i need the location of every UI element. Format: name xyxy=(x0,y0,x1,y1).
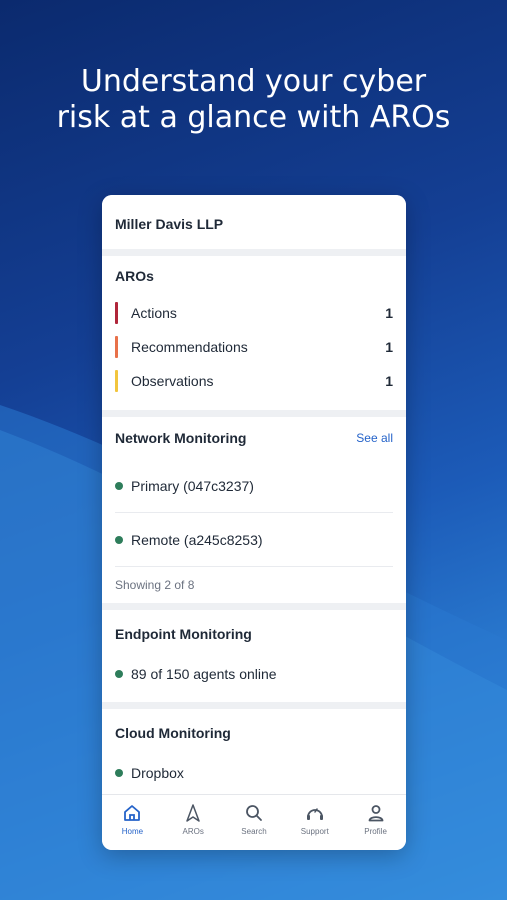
endpoint-monitoring-title: Endpoint Monitoring xyxy=(115,610,393,658)
aros-title: AROs xyxy=(115,256,393,296)
aro-row-actions[interactable]: Actions 1 xyxy=(115,296,393,330)
cloud-item-label: Dropbox xyxy=(131,765,184,781)
aro-count: 1 xyxy=(385,373,393,389)
aros-icon xyxy=(186,804,200,822)
status-dot-icon xyxy=(115,481,123,490)
search-icon xyxy=(246,805,262,821)
status-dot-icon xyxy=(115,535,123,544)
aro-row-observations[interactable]: Observations 1 xyxy=(115,364,393,398)
company-name: Miller Davis LLP xyxy=(115,216,224,232)
tab-label: AROs xyxy=(182,827,204,836)
headline-line-2: risk at a glance with AROs xyxy=(56,100,451,135)
tab-aros[interactable]: AROs xyxy=(168,803,218,836)
home-icon xyxy=(124,805,141,821)
section-divider xyxy=(102,249,406,256)
network-monitoring-title: Network Monitoring See all xyxy=(115,417,393,459)
aro-label: Actions xyxy=(131,305,177,321)
cloud-item-dropbox[interactable]: Dropbox xyxy=(115,757,393,789)
network-item-label: Remote (a245c8253) xyxy=(131,531,263,548)
endpoint-monitoring-section: Endpoint Monitoring 89 of 150 agents onl… xyxy=(102,610,406,702)
status-dot-icon xyxy=(115,769,123,777)
aro-count: 1 xyxy=(385,305,393,321)
phone-card: Miller Davis LLP AROs Actions 1 Recommen… xyxy=(102,195,406,850)
network-item-label: Primary (047c3237) xyxy=(131,477,254,494)
headline: Understand your cyber risk at a glance w… xyxy=(0,64,507,136)
tab-profile[interactable]: Profile xyxy=(351,803,401,836)
section-divider xyxy=(102,603,406,610)
showing-count: Showing 2 of 8 xyxy=(115,578,195,592)
network-monitoring-section: Network Monitoring See all Primary (047c… xyxy=(102,417,406,603)
endpoint-monitoring-title-text: Endpoint Monitoring xyxy=(115,626,252,642)
profile-icon xyxy=(368,805,383,822)
aros-title-text: AROs xyxy=(115,268,154,284)
network-monitoring-title-text: Network Monitoring xyxy=(115,430,247,446)
bottom-tab-bar: Home AROs Search Support Profile xyxy=(102,794,406,850)
aro-color-bar xyxy=(115,336,118,358)
section-divider xyxy=(102,410,406,417)
section-divider xyxy=(102,702,406,709)
see-all-link[interactable]: See all xyxy=(356,431,393,445)
tab-label: Search xyxy=(241,827,267,836)
endpoint-status-label: 89 of 150 agents online xyxy=(131,666,277,682)
cloud-monitoring-title: Cloud Monitoring xyxy=(115,709,393,757)
network-item-remote[interactable]: Remote (a245c8253) xyxy=(115,513,393,567)
endpoint-status[interactable]: 89 of 150 agents online xyxy=(115,658,393,690)
cloud-monitoring-title-text: Cloud Monitoring xyxy=(115,725,231,741)
tab-support[interactable]: Support xyxy=(290,803,340,836)
aro-label: Observations xyxy=(131,373,214,389)
aro-count: 1 xyxy=(385,339,393,355)
status-dot-icon xyxy=(115,670,123,678)
aros-section: AROs Actions 1 Recommendations 1 Observa… xyxy=(102,256,406,410)
headline-line-1: Understand your cyber xyxy=(80,64,427,99)
aro-color-bar xyxy=(115,370,118,392)
tab-search[interactable]: Search xyxy=(229,803,279,836)
network-item-primary[interactable]: Primary (047c3237) xyxy=(115,459,393,513)
aro-row-recommendations[interactable]: Recommendations 1 xyxy=(115,330,393,364)
tab-label: Support xyxy=(300,827,329,836)
tab-label: Home xyxy=(121,827,144,836)
tab-label: Profile xyxy=(364,827,387,836)
support-icon xyxy=(306,808,323,820)
aro-color-bar xyxy=(115,302,118,324)
tab-home[interactable]: Home xyxy=(107,803,157,836)
aro-label: Recommendations xyxy=(131,339,248,355)
company-header: Miller Davis LLP xyxy=(102,195,406,249)
cloud-monitoring-section: Cloud Monitoring Dropbox xyxy=(102,709,406,799)
